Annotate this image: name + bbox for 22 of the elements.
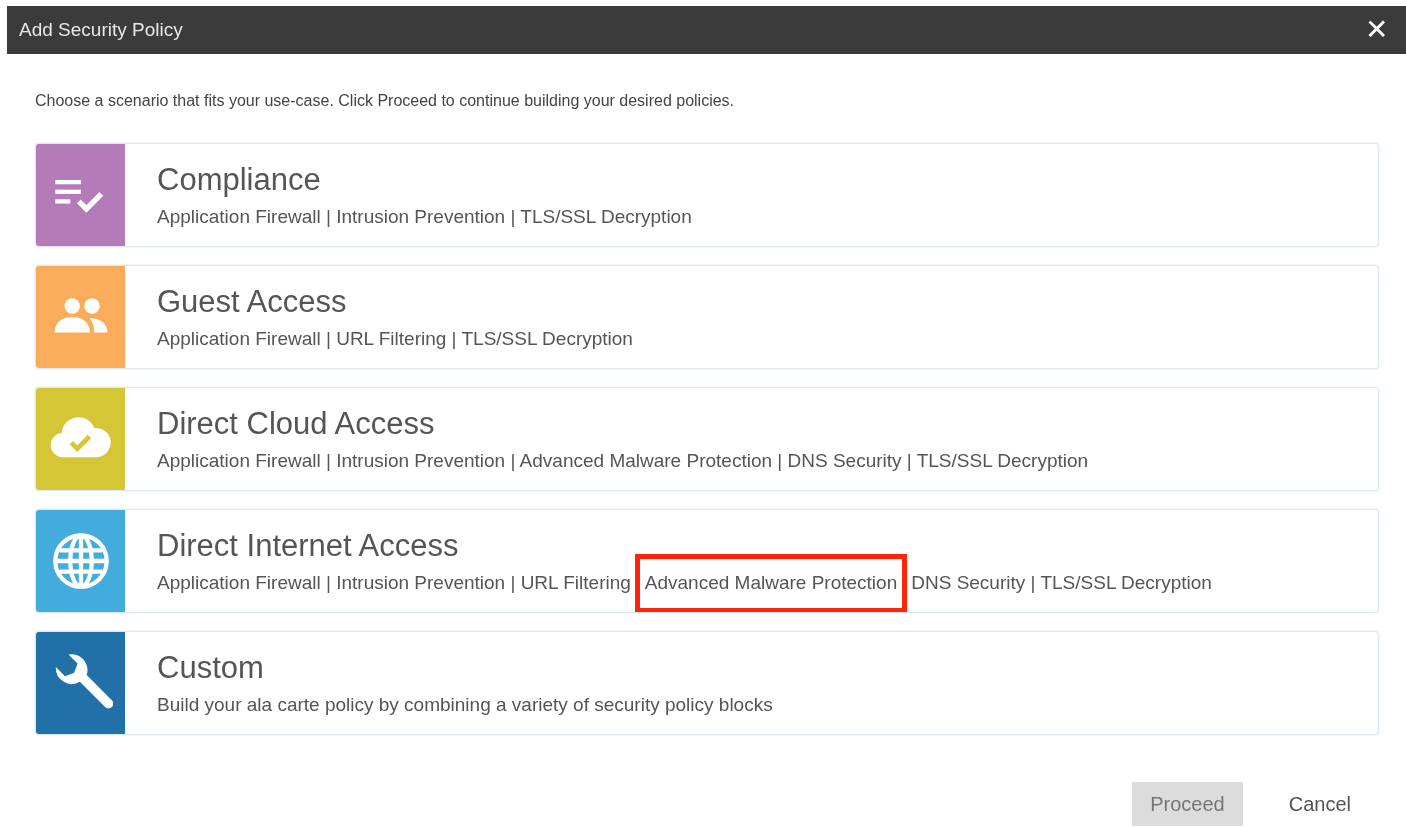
scenario-card[interactable]: Custom Build your ala carte policy by combining a variety of security policy blocks: [35, 631, 1379, 735]
feature-list: Application Firewall | URL Filtering | TLS/SSL Decryption: [157, 325, 633, 354]
scenario-title: Custom: [157, 650, 265, 686]
scenario-card[interactable]: Direct Internet Access Application Firewall | Intrusion Prevention | URL Filtering Advanced Malware Protection DNS Security | TLS/SSL Decryption: [35, 509, 1379, 613]
close-button[interactable]: ✕: [1365, 16, 1388, 44]
scenario-card[interactable]: Compliance Application Firewall | Intrusion Prevention | TLS/SSL Decryption: [35, 143, 1379, 247]
feature-list: Application Firewall | Intrusion Prevention | URL Filtering: [157, 569, 631, 598]
scenario-card[interactable]: Guest Access Application Firewall | URL Filtering | TLS/SSL Decryption: [35, 265, 1379, 369]
scenario-title: Guest Access: [157, 284, 348, 320]
feature-list: Build your ala carte policy by combining a variety of security policy blocks: [157, 691, 773, 720]
feature-list: Application Firewall | Intrusion Prevention | Advanced Malware Protection | DNS Security | TLS/SSL Decryption: [157, 447, 1089, 476]
scenario-title: Direct Internet Access: [157, 528, 460, 564]
scenario-title: Compliance: [157, 162, 322, 198]
instruction-text: Choose a scenario that fits your use-case. Click Proceed to continue building your desired policies.: [35, 91, 736, 111]
scenario-title: Direct Cloud Access: [157, 406, 436, 442]
feature-list: Application Firewall | Intrusion Prevention | TLS/SSL Decryption: [157, 203, 692, 232]
globe-icon: [50, 531, 111, 591]
scenario-card[interactable]: Direct Cloud Access Application Firewall | Intrusion Prevention | Advanced Malware Protection | DNS Security | TLS/SSL Decryption: [35, 387, 1379, 491]
highlighted-feature: Advanced Malware Protection: [634, 554, 908, 612]
feature-list: DNS Security | TLS/SSL Decryption: [911, 569, 1212, 598]
cancel-button[interactable]: Cancel: [1270, 782, 1369, 826]
window-title: Add Security Policy: [19, 17, 183, 42]
